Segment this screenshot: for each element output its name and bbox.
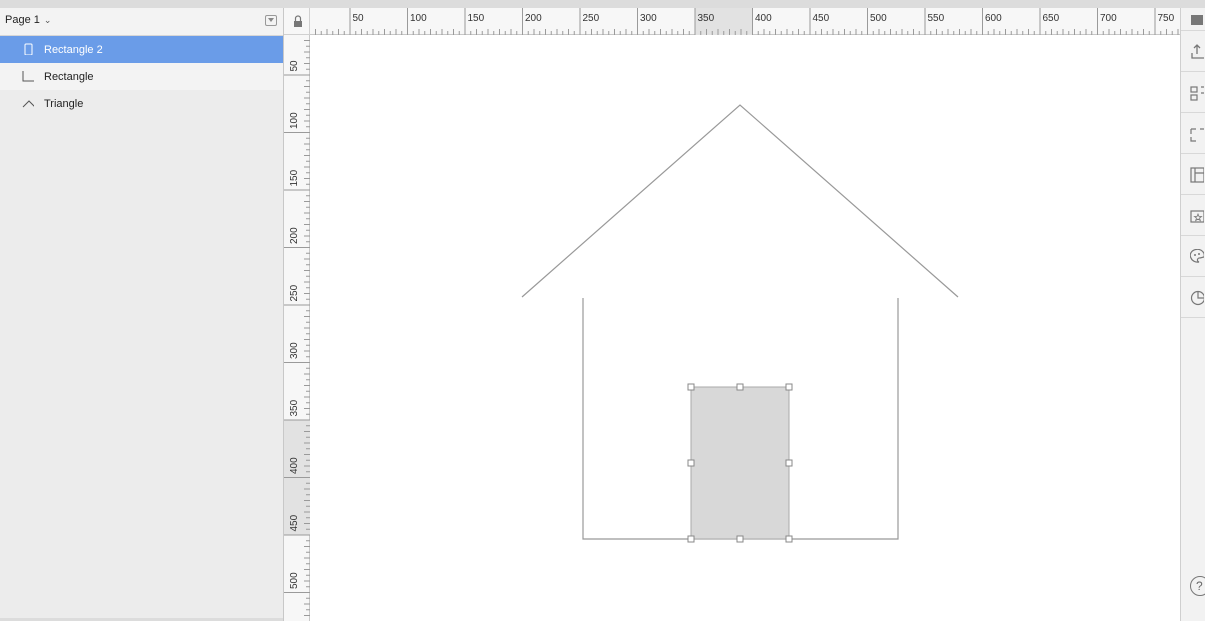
layers-sidebar: Page 1 ⌄ Rectangle 2 Rectangle Triangle	[0, 8, 284, 621]
chevron-down-icon: ⌄	[43, 14, 52, 25]
horizontal-ruler-ticks: 50 100 150 200 250 300 350 400 450 500 550 600 650 70…	[315, 8, 1179, 35]
handle-bottom-right	[785, 535, 793, 543]
page-selector[interactable]: Page 1 ⌄	[5, 14, 51, 26]
ruler-label: 450	[289, 514, 300, 531]
export-icon	[1191, 44, 1204, 59]
ruler-label: 250	[289, 284, 300, 301]
ruler-label: 700	[1100, 13, 1117, 24]
ruler-label: 350	[289, 399, 300, 416]
align-button[interactable]	[1181, 72, 1205, 113]
vertical-ruler[interactable]: 50 100 150 200 250 300 350 400 450 500	[284, 35, 310, 621]
ruler-label: 200	[289, 227, 300, 244]
design-canvas[interactable]	[310, 35, 1180, 621]
layout-button[interactable]	[1181, 154, 1205, 195]
export-button[interactable]	[1181, 31, 1205, 72]
handle-top-middle	[736, 383, 744, 391]
ruler-label: 50	[289, 60, 300, 72]
symbols-button[interactable]	[1181, 195, 1205, 236]
layout-icon	[1190, 167, 1204, 183]
layer-label: Rectangle 2	[44, 44, 103, 56]
symbols-icon	[1190, 210, 1204, 223]
ruler-label: 750	[1158, 13, 1175, 24]
ruler-label: 50	[353, 13, 365, 24]
ruler-label: 100	[289, 112, 300, 129]
right-toolbar: ?	[1180, 8, 1205, 621]
transform-button[interactable]	[1181, 113, 1205, 154]
history-button[interactable]	[1181, 277, 1205, 318]
rectangle-icon	[24, 43, 33, 55]
triangle-shape[interactable]	[521, 104, 959, 298]
ruler-label: 400	[289, 457, 300, 474]
preview-button[interactable]	[1181, 8, 1205, 31]
ruler-label: 650	[1043, 13, 1060, 24]
handle-middle-right	[785, 459, 793, 467]
ruler-label: 600	[985, 13, 1002, 24]
layer-label: Rectangle	[44, 71, 94, 83]
layer-rectangle[interactable]: Rectangle	[0, 63, 283, 90]
layer-label: Triangle	[44, 98, 84, 110]
transform-icon	[1190, 128, 1204, 142]
ruler-label: 400	[755, 13, 772, 24]
ruler-label: 200	[525, 13, 542, 24]
ruler-label: 450	[813, 13, 830, 24]
ruler-label: 150	[468, 13, 485, 24]
align-icon	[1190, 86, 1204, 101]
collapse-layers-icon[interactable]	[265, 15, 277, 26]
preview-icon	[1191, 15, 1203, 25]
ruler-label: 300	[640, 13, 657, 24]
triangle-icon	[22, 100, 34, 108]
ruler-label: 500	[870, 13, 887, 24]
page-selector-label: Page 1	[5, 14, 40, 26]
ruler-label: 500	[289, 572, 300, 589]
rectangle-2-shape[interactable]	[690, 386, 790, 540]
help-icon[interactable]: ?	[1190, 576, 1205, 596]
open-rectangle-icon	[22, 71, 34, 82]
artboard-drawing	[521, 104, 959, 543]
handle-top-right	[785, 383, 793, 391]
history-icon	[1190, 290, 1204, 306]
ruler-label: 250	[583, 13, 600, 24]
layer-rectangle-2[interactable]: Rectangle 2	[0, 36, 283, 63]
lock-icon	[294, 15, 302, 27]
palette-icon	[1190, 249, 1204, 263]
ruler-label: 150	[289, 169, 300, 186]
ruler-label: 350	[698, 13, 715, 24]
handle-bottom-middle	[736, 535, 744, 543]
ruler-label: 300	[289, 342, 300, 359]
ruler-label: 550	[928, 13, 945, 24]
layer-triangle[interactable]: Triangle	[0, 90, 283, 117]
horizontal-ruler[interactable]: 50 100 150 200 250 300 350 400 450 500 550 600 650 70…	[310, 8, 1180, 35]
ruler-corner[interactable]	[284, 8, 310, 35]
handle-top-left	[687, 383, 695, 391]
styles-button[interactable]	[1181, 236, 1205, 277]
vertical-ruler-ticks: 50 100 150 200 250 300 350 400 450 500	[284, 40, 310, 616]
page-header: Page 1 ⌄	[0, 8, 283, 36]
ruler-label: 100	[410, 13, 427, 24]
handle-middle-left	[687, 459, 695, 467]
handle-bottom-left	[687, 535, 695, 543]
